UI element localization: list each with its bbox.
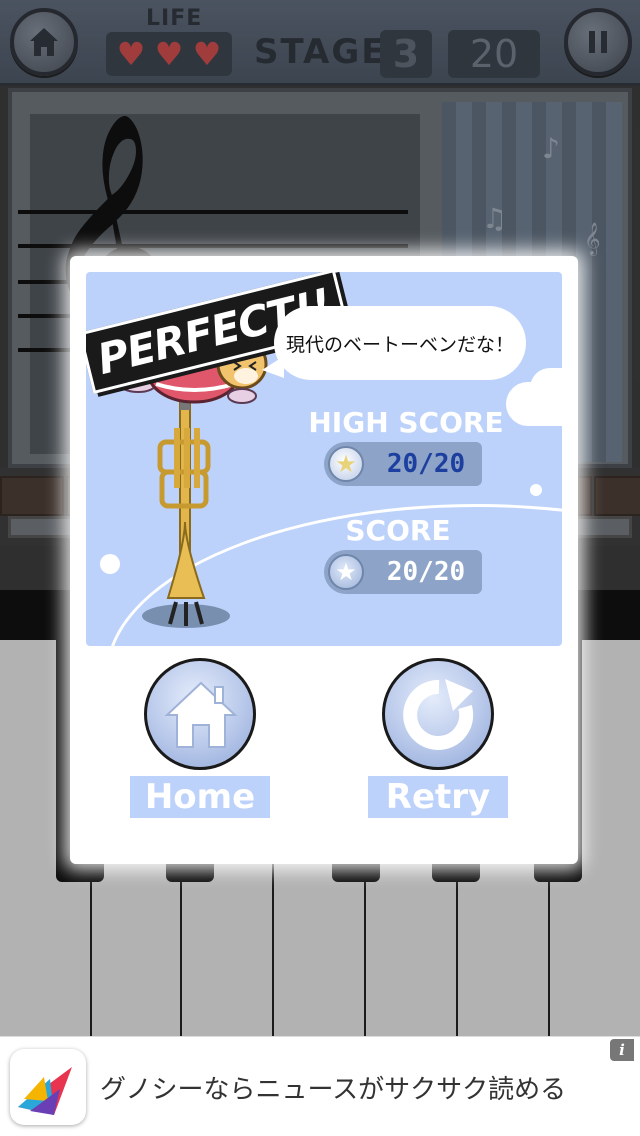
retry-button[interactable]	[382, 658, 494, 770]
ad-text[interactable]: グノシーならニュースがサクサク読める	[100, 1069, 566, 1106]
dot-decoration	[100, 554, 120, 574]
ad-info-icon[interactable]: i	[610, 1039, 634, 1061]
cloud-decoration	[530, 368, 562, 408]
game-screen: ♪ ♫ 𝄞 𝄞 LIFE ♥ ♥ ♥ STAGE 3 20 PERFECT!! …	[0, 0, 640, 1136]
home-button-label[interactable]: Home	[130, 776, 270, 818]
result-dialog: PERFECT!! 現代のベートーベンだな！ HIGH SCORE ★ 20/2…	[70, 256, 578, 864]
home-result-button[interactable]	[144, 658, 256, 770]
dot-decoration	[530, 484, 542, 496]
score-value: 20/20	[386, 557, 466, 587]
high-score-box: ★ 20/20	[324, 442, 482, 486]
result-panel: PERFECT!! 現代のベートーベンだな！ HIGH SCORE ★ 20/2…	[86, 272, 562, 646]
retry-button-label[interactable]: Retry	[368, 776, 508, 818]
home-icon	[164, 681, 238, 748]
ad-app-icon[interactable]	[10, 1049, 86, 1125]
high-score-value: 20/20	[386, 449, 466, 479]
retry-icon	[403, 679, 474, 750]
trumpet-icon	[142, 402, 230, 628]
high-score-label: HIGH SCORE	[308, 406, 504, 439]
speech-bubble: 現代のベートーベンだな！	[274, 306, 526, 380]
star-icon: ★	[328, 446, 364, 482]
star-icon: ★	[328, 554, 364, 590]
gunosy-logo-icon	[18, 1067, 72, 1115]
ad-banner[interactable]: グノシーならニュースがサクサク読める i	[0, 1036, 640, 1136]
score-box: ★ 20/20	[324, 550, 482, 594]
speech-text: 現代のベートーベンだな！	[285, 333, 514, 356]
score-label: SCORE	[345, 514, 451, 547]
